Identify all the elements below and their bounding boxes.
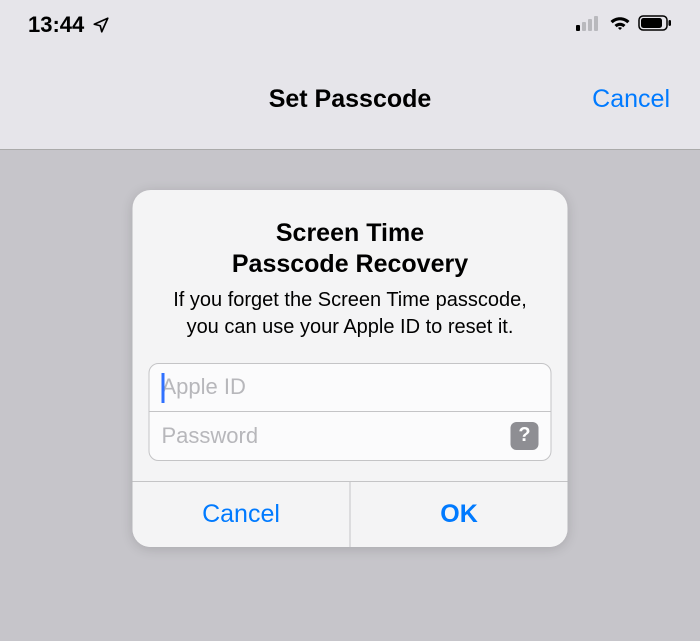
apple-id-row — [150, 364, 551, 412]
status-left: 13:44 — [28, 12, 110, 38]
alert-title: Screen Time Passcode Recovery — [161, 218, 540, 281]
status-right — [576, 14, 672, 37]
wifi-icon — [608, 14, 632, 37]
alert-header: Screen Time Passcode Recovery If you for… — [133, 190, 568, 363]
password-field[interactable] — [162, 412, 511, 460]
alert-message: If you forget the Screen Time passcode, … — [161, 287, 540, 341]
apple-id-field[interactable] — [162, 364, 539, 411]
alert-cancel-button[interactable]: Cancel — [133, 482, 351, 547]
cellular-icon — [576, 14, 602, 37]
alert-dialog: Screen Time Passcode Recovery If you for… — [133, 190, 568, 547]
input-group: ? — [149, 363, 552, 461]
content-area: Screen Time Passcode Recovery If you for… — [0, 150, 700, 641]
status-bar: 13:44 — [0, 0, 700, 50]
alert-inputs: ? — [133, 363, 568, 481]
text-caret — [162, 373, 165, 403]
alert-buttons: Cancel OK — [133, 481, 568, 547]
password-help-icon[interactable]: ? — [511, 422, 539, 450]
battery-icon — [638, 15, 672, 36]
page-title: Set Passcode — [269, 85, 432, 114]
alert-ok-button[interactable]: OK — [351, 482, 568, 547]
status-time: 13:44 — [28, 12, 84, 38]
alert-title-line1: Screen Time — [161, 218, 540, 249]
nav-bar: Set Passcode Cancel — [0, 50, 700, 150]
alert-title-line2: Passcode Recovery — [161, 249, 540, 280]
nav-cancel-button[interactable]: Cancel — [592, 85, 670, 114]
password-row: ? — [150, 412, 551, 460]
location-icon — [92, 16, 110, 34]
